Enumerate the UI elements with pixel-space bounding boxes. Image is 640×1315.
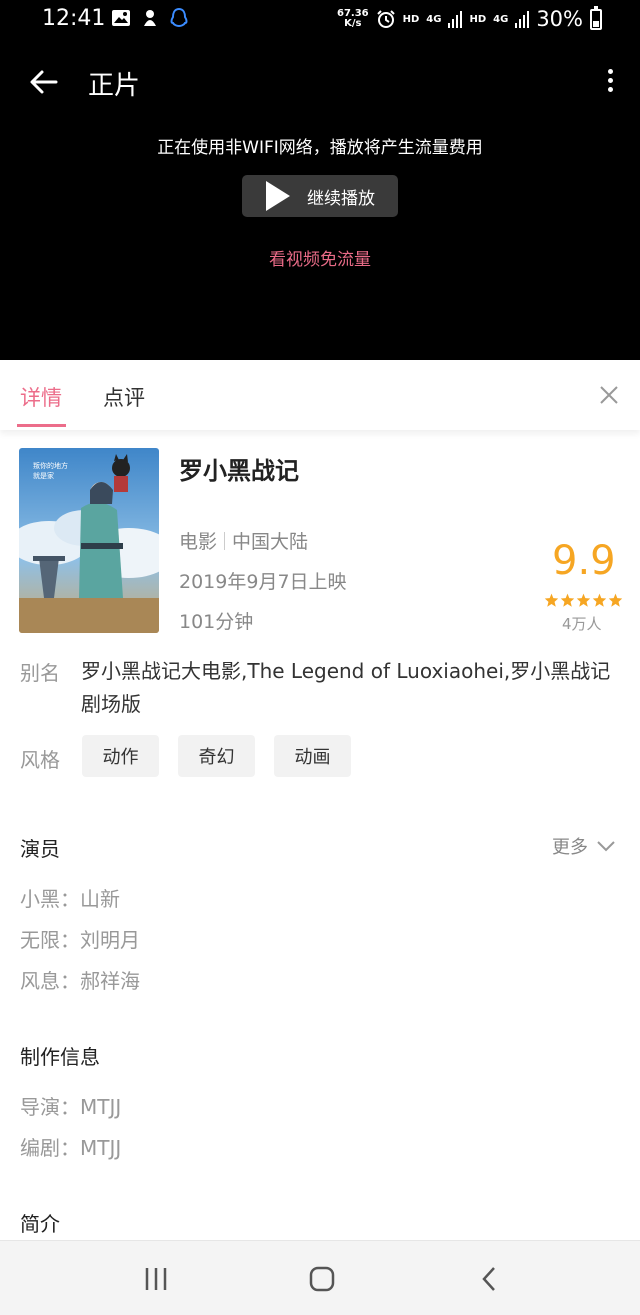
- star-icon: [544, 593, 559, 607]
- movie-release-date: 2019年9月7日上映: [179, 571, 347, 593]
- movie-type: 电影: [179, 531, 218, 553]
- play-icon: [266, 181, 290, 211]
- app-notification-icon: [144, 10, 156, 26]
- movie-type-region: 电影 中国大陆: [179, 527, 308, 554]
- home-icon[interactable]: [308, 1265, 336, 1293]
- recent-apps-icon[interactable]: [142, 1265, 170, 1293]
- network-speed: 67.36 K/s: [336, 8, 369, 29]
- back-icon[interactable]: [476, 1265, 504, 1293]
- tab-review[interactable]: 点评: [103, 382, 145, 412]
- cast-item[interactable]: 无限：刘明月: [20, 924, 140, 953]
- movie-title: 罗小黑战记: [179, 457, 299, 485]
- battery-icon: [590, 5, 602, 30]
- hd-label-2: HD: [469, 13, 487, 25]
- star-icon: [608, 593, 623, 607]
- movie-region: 中国大陆: [232, 531, 309, 553]
- genre-label: 风格: [20, 748, 60, 772]
- production-section-title: 制作信息: [20, 1045, 100, 1069]
- genre-tag-action[interactable]: 动作: [82, 735, 159, 777]
- status-system-icons: 67.36 K/s HD 4G HD 4G 30%: [336, 5, 602, 31]
- movie-duration: 101分钟: [179, 611, 254, 633]
- cast-item[interactable]: 小黑：山新: [20, 883, 120, 912]
- video-player[interactable]: 12:41 67.36 K/s HD 4G HD 4G 30% 正片 正在使用非…: [0, 0, 640, 360]
- back-arrow-icon[interactable]: [28, 66, 60, 98]
- rating-stars: [544, 593, 623, 607]
- meta-divider: [224, 532, 226, 550]
- writer-item[interactable]: 编剧：MTJJ: [20, 1132, 121, 1161]
- player-top-bar: 正片: [0, 52, 640, 112]
- genre-tags: 动作 奇幻 动画: [82, 735, 351, 777]
- qq-icon: [170, 8, 188, 28]
- system-navigation-bar: [0, 1240, 640, 1315]
- director-item[interactable]: 导演：MTJJ: [20, 1091, 121, 1120]
- signal-icon-2: [515, 11, 530, 28]
- page-title: 正片: [88, 71, 141, 101]
- star-icon: [560, 593, 575, 607]
- movie-poster[interactable]: 叛你的地方 就是家: [19, 448, 159, 633]
- status-time: 12:41: [42, 6, 106, 31]
- gallery-icon: [112, 10, 130, 26]
- status-notification-icons: [111, 8, 189, 28]
- poster-text-1: 叛你的地方: [33, 461, 68, 470]
- poster-text-2: 就是家: [33, 471, 54, 480]
- cast-item[interactable]: 风息：郝祥海: [20, 965, 140, 994]
- free-flow-link[interactable]: 看视频免流量: [0, 245, 640, 270]
- genre-tag-animation[interactable]: 动画: [274, 735, 351, 777]
- signal-icon: [448, 11, 463, 28]
- network-warning-text: 正在使用非WIFI网络，播放将产生流量费用: [157, 138, 483, 158]
- star-icon: [592, 593, 607, 607]
- cast-more-button[interactable]: 更多: [552, 833, 616, 859]
- battery-percent: 30%: [536, 7, 583, 31]
- network-type-2: 4G: [493, 13, 509, 25]
- status-bar: 12:41 67.36 K/s HD 4G HD 4G 30%: [0, 0, 640, 40]
- continue-play-button[interactable]: 继续播放: [242, 175, 398, 217]
- network-type: 4G: [426, 13, 442, 25]
- tab-details[interactable]: 详情: [20, 382, 62, 412]
- cast-section-title: 演员: [20, 837, 60, 861]
- rating-count: 4万人: [562, 615, 602, 633]
- cast-more-label: 更多: [552, 837, 588, 858]
- intro-section-title: 简介: [20, 1212, 60, 1236]
- star-icon: [576, 593, 591, 607]
- detail-tabs: 详情 点评: [0, 360, 640, 430]
- rating-score: 9.9: [552, 538, 616, 584]
- alias-label: 别名: [20, 661, 60, 685]
- alias-value: 罗小黑战记大电影,The Legend of Luoxiaohei,罗小黑战记剧…: [81, 659, 611, 716]
- alarm-icon: [376, 10, 395, 28]
- hd-label: HD: [402, 13, 420, 25]
- active-tab-indicator: [17, 424, 66, 427]
- chevron-down-icon: [597, 841, 615, 852]
- continue-play-label: 继续播放: [307, 188, 375, 209]
- more-options-icon[interactable]: [598, 66, 622, 98]
- close-icon[interactable]: [598, 384, 620, 406]
- genre-tag-fantasy[interactable]: 奇幻: [178, 735, 255, 777]
